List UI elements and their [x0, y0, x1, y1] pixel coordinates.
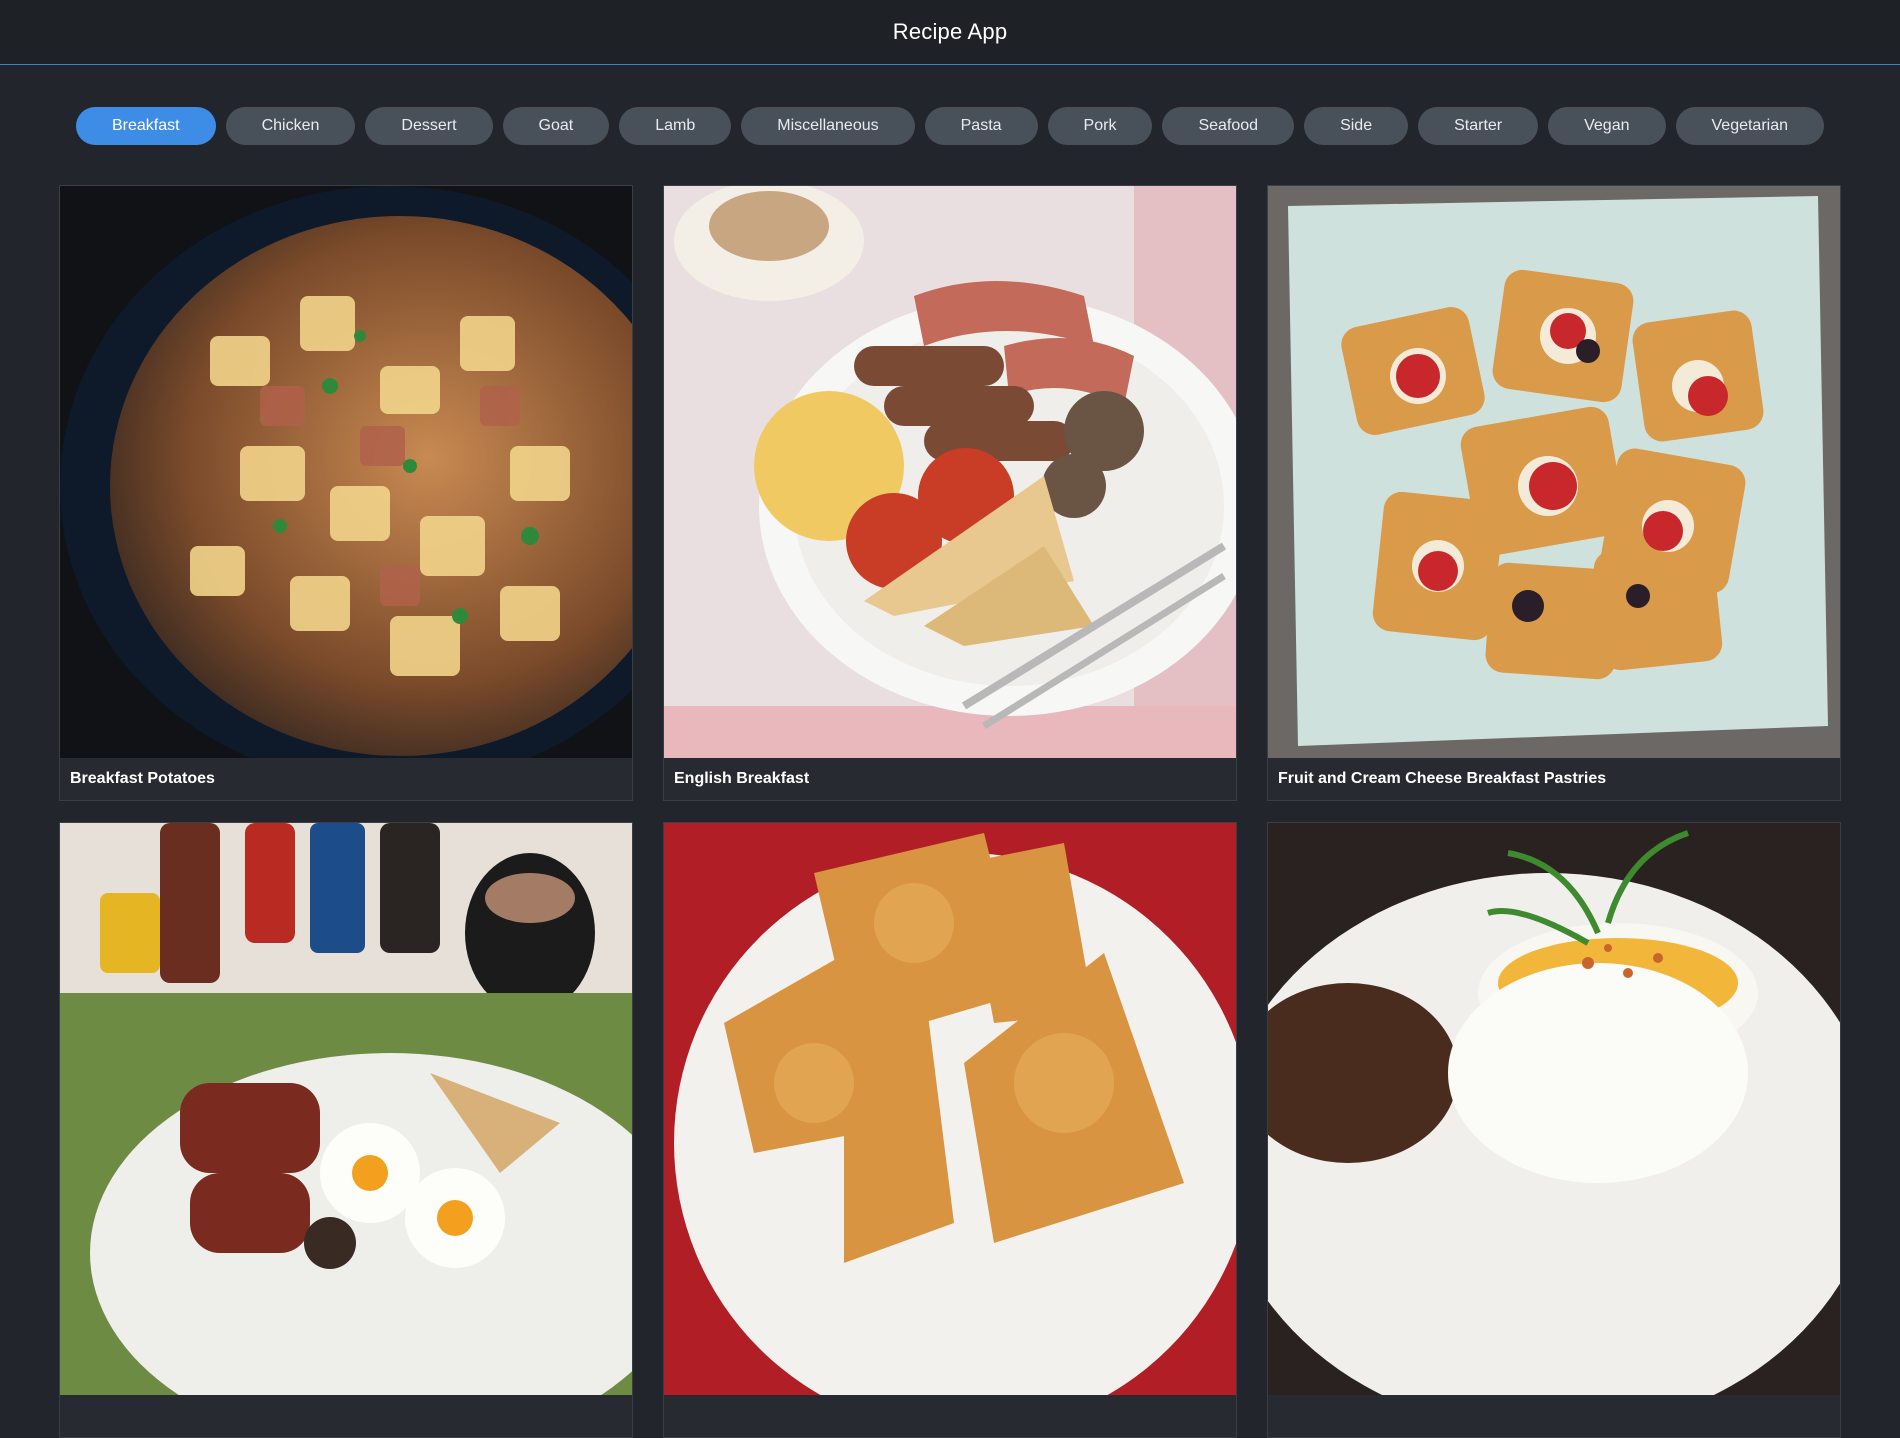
recipe-title[interactable]: Breakfast Potatoes — [60, 758, 632, 800]
category-chip-lamb[interactable]: Lamb — [619, 107, 732, 145]
category-chip-starter[interactable]: Starter — [1418, 107, 1539, 145]
category-filter-bar: Breakfast Chicken Dessert Goat Lamb Misc… — [0, 65, 1900, 145]
recipe-card[interactable]: Fruit and Cream Cheese Breakfast Pastrie… — [1267, 185, 1841, 801]
category-chip-pasta[interactable]: Pasta — [924, 107, 1038, 145]
recipe-image[interactable] — [1268, 186, 1840, 758]
recipe-grid: Breakfast Potatoes English Breakfast Fru… — [59, 185, 1841, 1438]
category-chip-miscellaneous[interactable]: Miscellaneous — [741, 107, 915, 145]
recipe-card[interactable] — [59, 822, 633, 1438]
recipe-image[interactable] — [60, 823, 632, 1395]
category-chip-vegan[interactable]: Vegan — [1548, 107, 1666, 145]
category-chip-goat[interactable]: Goat — [502, 107, 610, 145]
recipe-image[interactable] — [1268, 823, 1840, 1395]
category-chip-chicken[interactable]: Chicken — [225, 107, 356, 145]
recipe-card[interactable]: Breakfast Potatoes — [59, 185, 633, 801]
app-title: Recipe App — [892, 19, 1008, 44]
category-chip-side[interactable]: Side — [1304, 107, 1409, 145]
recipe-title[interactable] — [60, 1395, 632, 1437]
recipe-card[interactable] — [1267, 822, 1841, 1438]
category-chip-breakfast[interactable]: Breakfast — [75, 107, 216, 145]
recipe-image[interactable] — [60, 186, 632, 758]
recipe-title[interactable] — [664, 1395, 1236, 1437]
recipe-title[interactable]: English Breakfast — [664, 758, 1236, 800]
app-header: Recipe App — [0, 0, 1900, 65]
recipe-card[interactable]: English Breakfast — [663, 185, 1237, 801]
category-chip-seafood[interactable]: Seafood — [1162, 107, 1295, 145]
recipe-title[interactable]: Fruit and Cream Cheese Breakfast Pastrie… — [1268, 758, 1840, 800]
recipe-card[interactable] — [663, 822, 1237, 1438]
recipe-image[interactable] — [664, 186, 1236, 758]
recipe-image[interactable] — [664, 823, 1236, 1395]
category-chip-pork[interactable]: Pork — [1047, 107, 1153, 145]
recipe-title[interactable] — [1268, 1395, 1840, 1437]
category-chip-vegetarian[interactable]: Vegetarian — [1675, 107, 1825, 145]
category-chip-dessert[interactable]: Dessert — [365, 107, 493, 145]
